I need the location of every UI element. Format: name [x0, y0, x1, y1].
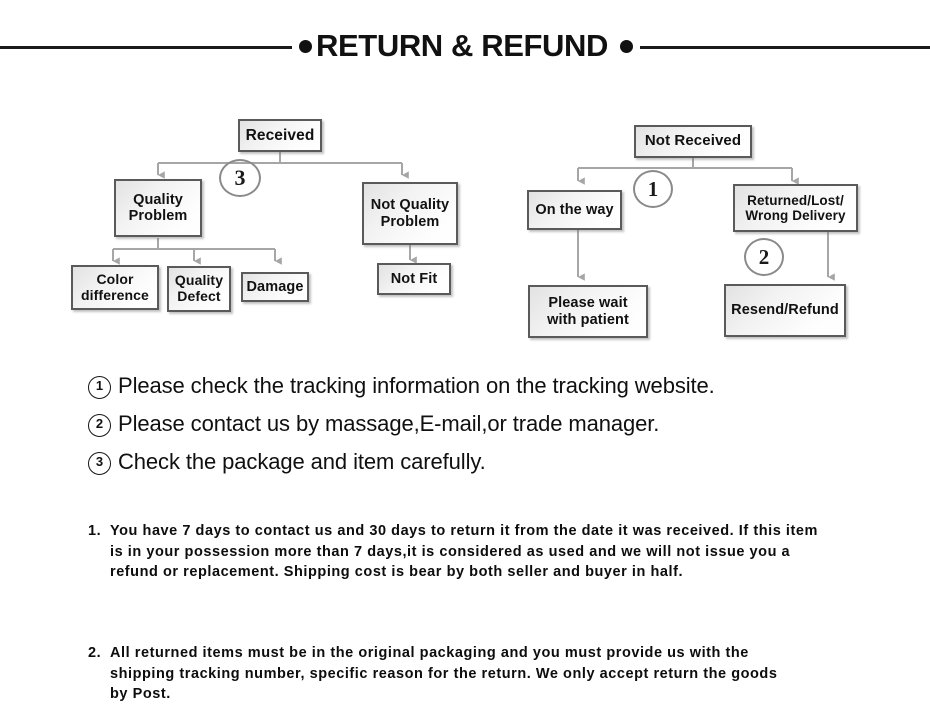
node-please-wait-line2: with patient — [547, 311, 629, 328]
node-color-difference-line1: Color — [96, 270, 134, 287]
node-quality-problem[interactable]: Quality Problem — [114, 179, 202, 237]
node-quality-problem-line1: Quality — [133, 191, 183, 208]
node-returned-lost-line2: Wrong Delivery — [745, 208, 846, 223]
note-number-circle: 1 — [88, 376, 111, 399]
node-please-wait-line1: Please wait — [548, 295, 628, 312]
terms-paragraph-number: 1. — [88, 523, 102, 539]
flowchart-connectors-layer — [0, 0, 930, 722]
page-title: RETURN & REFUND — [316, 28, 608, 63]
node-damage-label: Damage — [246, 278, 304, 295]
node-on-the-way[interactable]: On the way — [527, 190, 622, 230]
note-text: Please check the tracking information on… — [118, 373, 715, 398]
node-resend-refund[interactable]: Resend/Refund — [724, 284, 846, 337]
page-header: RETURN & REFUND — [0, 22, 930, 72]
return-refund-policy-page: RETURN & REFUND Received 3 Quality Probl… — [0, 0, 930, 722]
node-not-fit-label: Not Fit — [390, 270, 438, 287]
marker-circle-1-label: 1 — [647, 176, 659, 201]
terms-paragraph: 1. You have 7 days to contact us and 30 … — [88, 521, 818, 583]
numbered-notes-list: 1 Please check the tracking information … — [88, 370, 848, 484]
node-returned-lost-wrong-delivery[interactable]: Returned/Lost/ Wrong Delivery — [733, 184, 858, 232]
terms-paragraph: 2. All returned items must be in the ori… — [88, 643, 788, 705]
node-quality-defect[interactable]: Quality Defect — [167, 266, 231, 312]
note-text: Please contact us by massage,E-mail,or t… — [118, 411, 660, 436]
node-color-difference-line2: difference — [81, 286, 149, 303]
node-not-quality-problem-line1: Not Quality — [370, 197, 450, 214]
marker-circle-3-label: 3 — [234, 165, 246, 190]
node-not-received[interactable]: Not Received — [634, 125, 752, 158]
note-number-circle: 2 — [88, 414, 111, 437]
node-resend-refund-label: Resend/Refund — [731, 302, 839, 319]
node-not-received-label: Not Received — [644, 132, 742, 150]
marker-circle-1: 1 — [633, 170, 673, 208]
node-not-quality-problem[interactable]: Not Quality Problem — [362, 182, 458, 245]
terms-paragraph-number: 2. — [88, 645, 102, 661]
node-quality-defect-line1: Quality — [174, 272, 224, 289]
node-not-quality-problem-line2: Problem — [380, 213, 440, 230]
note-number-circle: 3 — [88, 452, 111, 475]
note-item: 2 Please contact us by massage,E-mail,or… — [88, 408, 848, 446]
node-received-label: Received — [245, 126, 315, 144]
node-returned-lost-line1: Returned/Lost/ — [747, 192, 844, 208]
note-item: 3 Check the package and item carefully. — [88, 446, 848, 484]
node-damage[interactable]: Damage — [241, 272, 309, 302]
node-on-the-way-label: On the way — [535, 201, 614, 218]
header-rule-right — [640, 46, 930, 49]
marker-circle-2: 2 — [744, 238, 784, 276]
note-item: 1 Please check the tracking information … — [88, 370, 848, 408]
node-color-difference[interactable]: Color difference — [71, 265, 159, 310]
marker-circle-3: 3 — [219, 159, 261, 197]
node-not-fit[interactable]: Not Fit — [377, 263, 451, 295]
node-quality-problem-line2: Problem — [128, 208, 188, 224]
node-quality-defect-line2: Defect — [177, 288, 221, 304]
bullet-dot-icon-right — [620, 40, 633, 53]
node-received[interactable]: Received — [238, 119, 322, 152]
header-rule-left — [0, 46, 292, 49]
terms-paragraph-text: All returned items must be in the origin… — [110, 645, 778, 702]
bullet-dot-icon-left — [299, 40, 312, 53]
note-text: Check the package and item carefully. — [118, 449, 486, 474]
marker-circle-2-label: 2 — [758, 244, 770, 269]
terms-paragraph-text: You have 7 days to contact us and 30 day… — [110, 523, 818, 580]
node-please-wait-with-patient[interactable]: Please wait with patient — [528, 285, 648, 338]
